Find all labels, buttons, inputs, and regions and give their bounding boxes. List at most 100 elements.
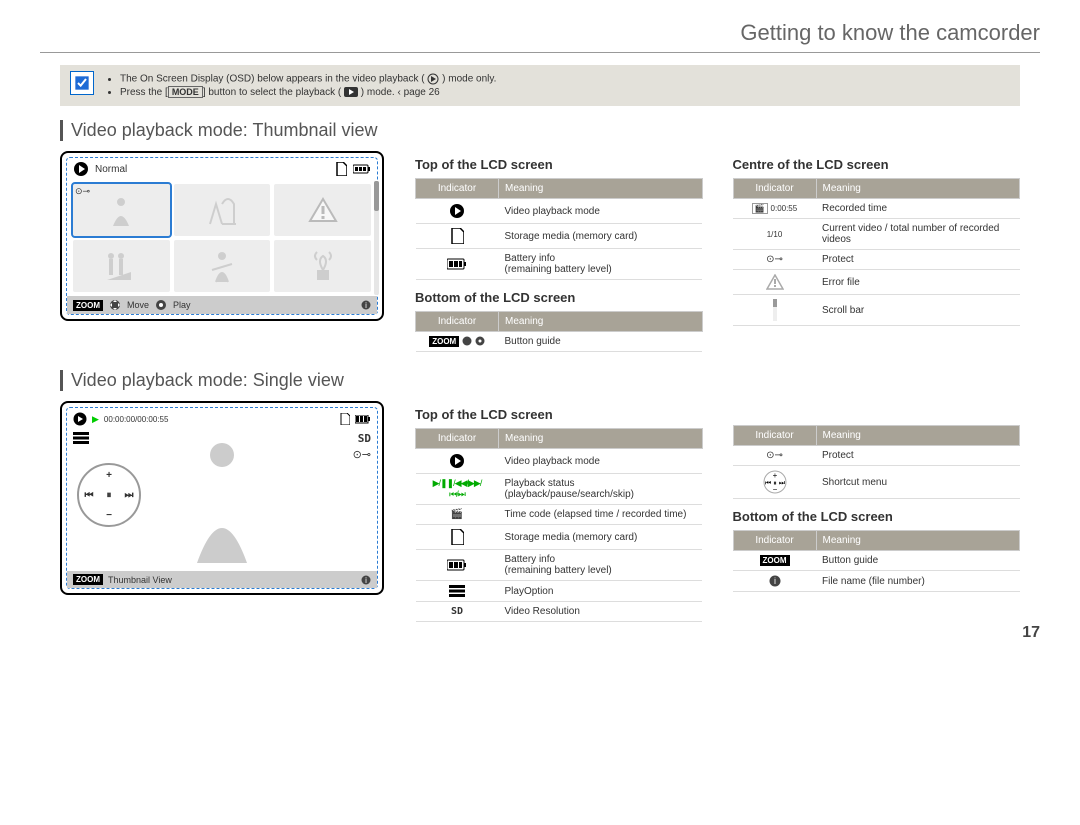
cell: Video playback mode — [499, 449, 703, 474]
note-2c: ) mode. ‹ page 26 — [361, 87, 440, 98]
scrollbar-icon — [772, 299, 778, 321]
table-single-top-left: IndicatorMeaning Video playback mode ▶/❚… — [415, 428, 703, 622]
play-icon: ▶ — [92, 414, 99, 425]
section-heading-thumbnail: Video playback mode: Thumbnail view — [60, 120, 1040, 141]
protect-icon: ⊙⊸ — [75, 186, 90, 197]
table-thumb-top: IndicatorMeaning Video playback mode Sto… — [415, 178, 703, 280]
cell: PlayOption — [499, 581, 703, 602]
th-indicator: Indicator — [416, 179, 499, 199]
svg-text:⏭: ⏭ — [778, 480, 785, 487]
ok-icon — [155, 299, 167, 311]
playback-mode-icon — [449, 453, 465, 469]
playback-mode-icon — [73, 412, 87, 426]
sub-heading-top: Top of the LCD screen — [415, 157, 703, 172]
note-box: The On Screen Display (OSD) below appear… — [60, 65, 1020, 106]
playoption-icon — [73, 432, 89, 444]
th-indicator: Indicator — [733, 426, 816, 446]
page-number: 17 — [1022, 624, 1040, 642]
svg-text:i: i — [365, 576, 367, 585]
zoom-tag: ZOOM — [73, 574, 103, 585]
table-single-top-right: IndicatorMeaning ⊙⊸Protect +−⏮⏭⏸Shortcut… — [733, 425, 1021, 499]
lcd-res: SD — [358, 432, 371, 445]
cell: Video playback mode — [499, 199, 703, 224]
info-icon: i — [361, 575, 371, 585]
lcd-bottom-label: Thumbnail View — [108, 575, 172, 585]
cell: Battery info (remaining battery level) — [499, 550, 703, 581]
cell: Battery info (remaining battery level) — [499, 249, 703, 280]
thumbnail-2 — [174, 184, 271, 236]
card-icon — [450, 529, 464, 545]
table-single-bottom: IndicatorMeaning ZOOMButton guide iFile … — [733, 530, 1021, 592]
section-heading-single: Video playback mode: Single view — [60, 370, 1040, 391]
note-2b: ] button to select the playback ( — [203, 87, 341, 98]
protect-icon: ⊙⊸ — [766, 254, 783, 265]
note-line-2: Press the [MODE] button to select the pl… — [120, 87, 496, 98]
lcd-bottom-move: Move — [127, 300, 149, 310]
th-meaning: Meaning — [816, 426, 1020, 446]
page-title: Getting to know the camcorder — [40, 20, 1040, 53]
sub-heading-centre: Centre of the LCD screen — [733, 157, 1021, 172]
cell: Storage media (memory card) — [499, 224, 703, 249]
svg-text:+: + — [772, 471, 777, 480]
shortcut-menu-icon: +−⏮⏭⏸ — [763, 470, 787, 494]
ok-icon — [475, 336, 485, 346]
scrollbar — [374, 181, 379, 295]
cell: Current video / total number of recorded… — [816, 219, 1020, 250]
lcd-time: 00:00:00/00:00:55 — [104, 415, 169, 424]
cell: Time code (elapsed time / recorded time) — [499, 505, 703, 525]
th-meaning: Meaning — [499, 312, 703, 332]
cell: Shortcut menu — [816, 466, 1020, 499]
cell-indicator: 1/10 — [733, 219, 816, 250]
svg-text:i: i — [774, 576, 776, 586]
th-meaning: Meaning — [499, 429, 703, 449]
note-line-1: The On Screen Display (OSD) below appear… — [120, 73, 496, 85]
card-icon — [335, 162, 347, 176]
playback-mode-icon — [427, 73, 439, 85]
thumbnail-4 — [73, 240, 170, 292]
th-meaning: Meaning — [816, 531, 1020, 551]
playback-status-icons: ▶/❚❚/◀◀/▶▶/⏮/⏭ — [416, 474, 499, 505]
cell: Protect — [816, 250, 1020, 270]
playoption-icon — [449, 585, 465, 597]
th-indicator: Indicator — [416, 312, 499, 332]
battery-icon — [355, 415, 371, 424]
info-icon: i — [769, 575, 781, 587]
cell: Protect — [816, 446, 1020, 466]
cell: Playback status (playback/pause/search/s… — [499, 474, 703, 505]
joystick-icon — [109, 299, 121, 311]
th-meaning: Meaning — [499, 179, 703, 199]
cell: Video Resolution — [499, 602, 703, 622]
check-icon — [70, 71, 94, 95]
card-icon — [450, 228, 464, 244]
rec-time-icon: 🎬 — [752, 203, 768, 214]
battery-icon — [447, 258, 467, 270]
shortcut-menu-icon: + ⏮⏸⏭ − — [77, 463, 141, 527]
joystick-icon — [462, 336, 472, 346]
cell: Recorded time — [816, 199, 1020, 219]
thumbnail-5 — [174, 240, 271, 292]
note-1b: ) mode only. — [442, 74, 496, 85]
lcd-bottom-play: Play — [173, 300, 191, 310]
cell: Error file — [816, 270, 1020, 295]
cell: Button guide — [816, 551, 1020, 571]
protect-icon: ⊙⊸ — [353, 448, 371, 461]
playback-mode-icon — [73, 161, 89, 177]
th-meaning: Meaning — [816, 179, 1020, 199]
th-indicator: Indicator — [733, 179, 816, 199]
sub-heading-top: Top of the LCD screen — [415, 407, 703, 422]
thumbnail-1: ⊙⊸ — [73, 184, 170, 236]
playback-icon — [344, 87, 358, 97]
table-thumb-centre: IndicatorMeaning 🎬 0:00:55Recorded time … — [733, 178, 1021, 326]
th-indicator: Indicator — [416, 429, 499, 449]
thumbnail-3-error — [274, 184, 371, 236]
timecode-icon: 🎬 — [451, 509, 463, 520]
table-thumb-bottom: IndicatorMeaning ZOOM Button guide — [415, 311, 703, 352]
sub-heading-bottom: Bottom of the LCD screen — [733, 509, 1021, 524]
cell-indicator: 0:00:55 — [771, 204, 798, 213]
cell: Button guide — [499, 332, 703, 352]
battery-icon — [353, 164, 371, 174]
card-icon — [340, 413, 350, 425]
note-2a: Press the [ — [120, 87, 168, 98]
resolution-icon: SD — [451, 606, 463, 617]
zoom-tag: ZOOM — [760, 555, 790, 566]
